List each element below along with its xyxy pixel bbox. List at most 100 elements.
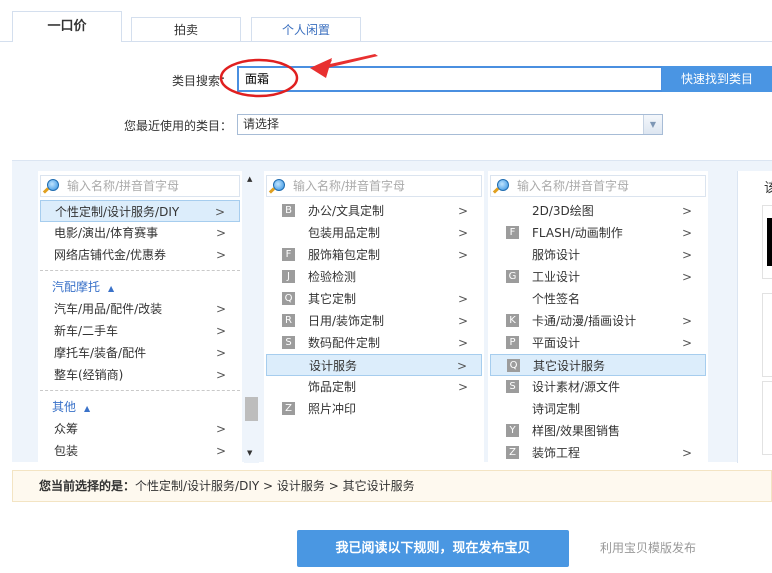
scroll-down-icon[interactable]: ▼ [247,449,252,457]
placeholder: 输入名称/拼音首字母 [517,179,630,193]
chevron-right-icon: > [215,368,226,382]
column-search-input[interactable]: 输入名称/拼音首字母 [266,175,482,197]
publish-button[interactable]: 我已阅读以下规则，现在发布宝贝 [297,530,569,567]
index-letter: F [506,226,519,239]
group-header[interactable]: 汽配摩托 ▲ [52,276,114,298]
tab-auction[interactable]: 拍卖 [131,17,241,42]
category-label: 其它定制 [308,292,357,306]
category-label: 设计服务 [309,359,358,373]
category-item[interactable]: 2D/3D绘图 > [490,200,706,222]
category-item[interactable]: 设计服务 > [266,354,482,376]
category-item[interactable]: 摩托车/装备/配件 > [40,342,240,364]
category-item[interactable]: 个性签名 [490,288,706,310]
chevron-right-icon: > [215,226,226,240]
index-letter: F [282,248,295,261]
category-item[interactable]: Q 其它设计服务 [490,354,706,376]
category-column-3: 输入名称/拼音首字母 2D/3D绘图 > F FLASH/动画制作 > 服饰设计 > G 工业设… [488,171,708,463]
scroll-up-icon[interactable]: ▲ [247,175,252,183]
scrollbar[interactable]: ▲ ▼ [244,171,259,463]
chevron-right-icon: > [457,204,468,218]
chevron-right-icon: > [215,302,226,316]
category-item[interactable]: B 办公/文具定制 > [266,200,482,222]
crumb-label: 您当前选择的是： [39,479,136,493]
category-item[interactable]: Z 照片冲印 [266,398,482,420]
search-icon [497,179,509,191]
category-item[interactable]: 服饰设计 > [490,244,706,266]
search-icon [273,179,285,191]
category-label: 众筹 [54,422,79,436]
chevron-right-icon: > [681,446,692,460]
category-item[interactable]: G 工业设计 > [490,266,706,288]
index-letter: Z [282,402,295,415]
preview-box [762,205,772,279]
category-item[interactable]: F FLASH/动画制作 > [490,222,706,244]
index-letter: B [282,204,295,217]
collapse-icon: ▲ [84,404,91,413]
category-label: 服饰设计 [532,248,581,262]
category-panel: 输入名称/拼音首字母 个性定制/设计服务/DIY > 电影/演出/体育赛事 > 网络店铺… [12,160,772,463]
category-label: 服饰箱包定制 [308,248,381,262]
category-item[interactable]: 个性定制/设计服务/DIY > [40,200,240,222]
category-item[interactable]: 电影/演出/体育赛事 > [40,222,240,244]
column-search-input[interactable]: 输入名称/拼音首字母 [40,175,240,197]
chevron-right-icon: > [457,314,468,328]
preview-panel: 该 [737,171,772,463]
category-item[interactable]: J 检验检测 [266,266,482,288]
category-item[interactable]: 众筹 > [40,418,240,440]
chevron-right-icon: > [681,248,692,262]
category-item[interactable]: 包装用品定制 > [266,222,482,244]
chevron-right-icon: > [681,204,692,218]
collapse-icon: ▲ [108,284,115,293]
category-item[interactable]: R 日用/装饰定制 > [266,310,482,332]
template-publish-link[interactable]: 利用宝贝模版发布 [600,540,696,556]
category-item[interactable]: 饰品定制 > [266,376,482,398]
category-item[interactable]: Q 其它定制 > [266,288,482,310]
selected-category-bar: 您当前选择的是：个性定制/设计服务/DIY > 设计服务 > 其它设计服务 [12,470,772,502]
category-label: 个性定制/设计服务/DIY [55,205,180,219]
placeholder: 输入名称/拼音首字母 [293,179,406,193]
search-icon [47,179,59,191]
category-item[interactable]: Y 样图/效果图销售 [490,420,706,442]
tab-personal-idle[interactable]: 个人闲置 [251,17,361,42]
category-item[interactable]: Z 装饰工程 > [490,442,706,463]
column-search-input[interactable]: 输入名称/拼音首字母 [490,175,706,197]
chevron-right-icon: > [215,248,226,262]
chevron-right-icon: > [457,380,468,394]
category-label: 数码配件定制 [308,336,381,350]
category-label: 工业设计 [532,270,581,284]
category-item[interactable]: 诗词定制 [490,398,706,420]
category-item[interactable]: 包装 > [40,440,240,462]
category-item[interactable]: 新车/二手车 > [40,320,240,342]
quick-find-button[interactable]: 快速找到类目 [662,66,772,92]
category-label: 检验检测 [308,270,357,284]
category-label: 饰品定制 [308,380,357,394]
index-letter: J [282,270,295,283]
recent-category-select[interactable]: 请选择 ▼ [237,114,663,135]
category-label: 整车(经销商) [54,368,124,382]
preview-title: 该 [764,177,772,196]
annotation-arrow-circle [219,54,378,98]
category-item[interactable]: F 服饰箱包定制 > [266,244,482,266]
index-letter: R [282,314,295,327]
index-letter: S [506,380,519,393]
tab-fixed-price[interactable]: 一口价 [12,11,122,42]
category-item[interactable]: S 数码配件定制 > [266,332,482,354]
category-item[interactable]: P 平面设计 > [490,332,706,354]
scrollbar-thumb[interactable] [245,397,258,421]
category-label: 照片冲印 [308,402,357,416]
group-header[interactable]: 其他 ▲ [52,396,90,418]
index-letter: G [506,270,519,283]
category-label: 2D/3D绘图 [532,204,594,218]
category-item[interactable]: 汽车/用品/配件/改装 > [40,298,240,320]
placeholder: 输入名称/拼音首字母 [67,179,180,193]
chevron-down-icon[interactable]: ▼ [643,115,662,134]
category-label: 办公/文具定制 [308,204,385,218]
category-item[interactable]: S 设计素材/源文件 [490,376,706,398]
category-item[interactable]: K 卡通/动漫/插画设计 > [490,310,706,332]
category-column-2: 输入名称/拼音首字母 B 办公/文具定制 > 包装用品定制 > F 服饰箱包定制 > J 检验检测… [264,171,484,463]
group-label: 汽配摩托 [52,280,101,294]
category-label: 卡通/动漫/插画设计 [532,314,637,328]
category-item[interactable]: 整车(经销商) > [40,364,240,386]
preview-box [762,381,772,455]
category-item[interactable]: 网络店铺代金/优惠券 > [40,244,240,266]
